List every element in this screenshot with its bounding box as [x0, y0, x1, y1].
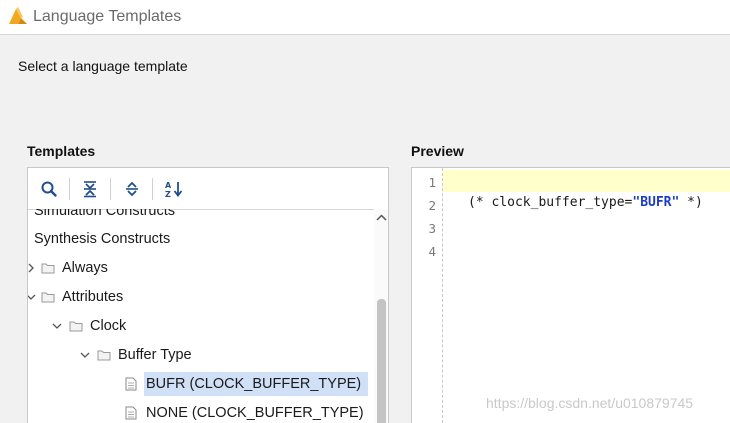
expand-all-icon	[126, 181, 138, 197]
chevron-down-icon[interactable]	[80, 342, 92, 368]
chevron-right-icon[interactable]	[28, 255, 38, 281]
search-icon	[41, 181, 57, 197]
templates-toolbar: A Z	[28, 168, 388, 210]
toolbar-separator	[110, 178, 111, 200]
collapse-all-button[interactable]	[79, 178, 101, 200]
tree-item-simulation-constructs[interactable]: Simulation Constructs	[28, 209, 374, 224]
line-number: 2	[428, 198, 436, 213]
tree-item-bufr[interactable]: BUFR (CLOCK_BUFFER_TYPE)	[28, 371, 374, 397]
tree-item-clock[interactable]: Clock	[28, 313, 374, 339]
tree-scrollbar[interactable]	[374, 209, 389, 423]
templates-panel: A Z Simulation Constructs Synthesis Cons…	[27, 167, 389, 423]
current-line-highlight	[443, 170, 730, 192]
templates-tree: Simulation Constructs Synthesis Construc…	[28, 209, 374, 423]
code-text: *)	[679, 195, 703, 210]
tree-item-label: Buffer Type	[118, 347, 192, 363]
svg-text:Z: Z	[165, 190, 171, 198]
sort-az-icon: A Z	[165, 181, 183, 198]
folder-icon	[97, 350, 111, 361]
tree-item-label: Always	[62, 260, 108, 276]
templates-heading: Templates	[27, 143, 96, 159]
tree-item-label: Attributes	[62, 289, 124, 305]
code-line-2[interactable]: (* clock_buffer_type="BUFR" *)	[468, 195, 703, 210]
title-bar: Language Templates	[0, 0, 730, 35]
tree-item-label: Simulation Constructs	[34, 209, 176, 219]
svg-text:A: A	[165, 181, 172, 190]
tree-item-always[interactable]: Always	[28, 255, 374, 281]
expand-all-button[interactable]	[121, 178, 143, 200]
line-number: 1	[428, 175, 436, 190]
line-number: 3	[428, 221, 436, 236]
vivado-logo-icon	[9, 7, 27, 24]
tree-item-buffer-type[interactable]: Buffer Type	[28, 342, 374, 368]
toolbar-separator	[152, 178, 153, 200]
instruction-text: Select a language template	[18, 58, 188, 74]
preview-heading: Preview	[411, 143, 464, 159]
code-string-literal: "BUFR"	[632, 195, 680, 210]
preview-panel: 1 2 3 4 (* clock_buffer_type="BUFR" *)	[411, 167, 730, 423]
line-number: 4	[428, 244, 436, 259]
tree-item-none[interactable]: NONE (CLOCK_BUFFER_TYPE)	[28, 400, 374, 423]
folder-icon	[41, 263, 55, 274]
line-number-gutter: 1 2 3 4	[412, 168, 443, 423]
search-button[interactable]	[38, 178, 60, 200]
tree-item-synthesis-constructs[interactable]: Synthesis Constructs	[28, 226, 374, 252]
sort-button[interactable]: A Z	[163, 178, 185, 200]
scroll-up-arrow-icon[interactable]	[374, 211, 389, 225]
chevron-down-icon[interactable]	[52, 313, 64, 339]
scrollbar-thumb[interactable]	[377, 299, 386, 423]
tree-item-label: BUFR (CLOCK_BUFFER_TYPE)	[146, 376, 362, 392]
folder-icon	[41, 292, 55, 303]
folder-icon	[69, 321, 83, 332]
tree-item-attributes[interactable]: Attributes	[28, 284, 374, 310]
toolbar-separator	[69, 178, 70, 200]
collapse-all-icon	[84, 181, 96, 198]
file-icon	[125, 406, 137, 420]
watermark-text: https://blog.csdn.net/u010879745	[486, 395, 694, 411]
file-icon	[125, 377, 137, 391]
tree-item-label: Synthesis Constructs	[34, 231, 171, 247]
tree-item-label: NONE (CLOCK_BUFFER_TYPE)	[146, 405, 364, 421]
code-text: (* clock_buffer_type=	[468, 195, 633, 210]
chevron-down-icon[interactable]	[28, 284, 38, 310]
tree-item-label: Clock	[90, 318, 127, 334]
window-title: Language Templates	[33, 8, 182, 25]
